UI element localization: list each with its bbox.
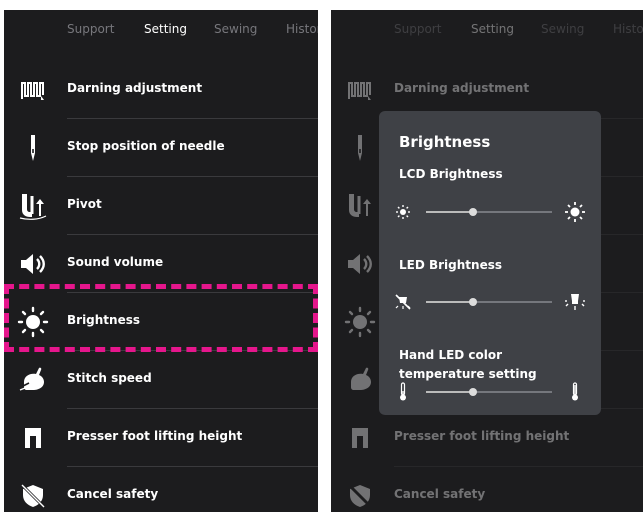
slider-fill — [426, 301, 473, 303]
lamp-on-icon — [565, 292, 585, 312]
menu-item-label: Presser foot lifting height — [67, 429, 243, 443]
menu-item-presser-foot-lifting-height[interactable]: Presser foot lifting height — [4, 409, 318, 467]
menu-item-label: Stitch speed — [67, 371, 152, 385]
needle-icon — [343, 133, 377, 163]
menu-item-cancel-safety[interactable]: Cancel safety — [4, 467, 318, 512]
lcd-brightness-slider[interactable] — [393, 200, 587, 224]
menu-item-label: Pivot — [67, 197, 102, 211]
tab-sewing[interactable]: Sewing — [214, 22, 257, 36]
lcd-brightness-label: LCD Brightness — [399, 167, 503, 181]
tab-bar: Support Setting Sewing History — [331, 10, 643, 50]
slider-thumb[interactable] — [468, 208, 477, 216]
presser-foot-icon — [16, 423, 50, 453]
menu-item-stitch-speed[interactable]: Stitch speed — [4, 351, 318, 409]
thermometer-low-icon — [393, 382, 413, 402]
cancel-safety-icon — [343, 481, 377, 511]
menu-item-label: Stop position of needle — [67, 139, 225, 153]
needle-icon — [16, 133, 50, 163]
speaker-icon — [16, 249, 50, 279]
lamp-off-icon — [393, 292, 413, 312]
hand-led-color-temperature-slider[interactable] — [393, 380, 587, 404]
pivot-icon — [16, 191, 50, 221]
tab-setting[interactable]: Setting — [144, 22, 187, 36]
tab-support[interactable]: Support — [394, 22, 441, 36]
tab-history[interactable]: History — [613, 22, 643, 36]
slider-track[interactable] — [426, 388, 552, 396]
menu-item-label: Presser foot lifting height — [394, 429, 570, 443]
menu-item-stop-position-of-needle[interactable]: Stop position of needle — [4, 119, 318, 177]
hand-led-color-temperature-label: Hand LED color temperature setting — [399, 348, 537, 381]
menu-item-pivot[interactable]: Pivot — [4, 177, 318, 235]
slider-track[interactable] — [426, 298, 552, 306]
menu-item-label: Darning adjustment — [394, 81, 530, 95]
tab-support[interactable]: Support — [67, 22, 114, 36]
settings-screen-with-popup: Support Setting Sewing History Darning a… — [331, 10, 643, 512]
slider-fill — [426, 391, 473, 393]
brightness-popup: Brightness LCD Brightness LED Brightness — [379, 111, 601, 415]
menu-item-label: Sound volume — [67, 255, 164, 269]
menu-item-presser-foot-lifting-height[interactable]: Presser foot lifting height — [331, 409, 643, 467]
sun-large-icon — [565, 202, 585, 222]
slider-thumb[interactable] — [468, 388, 477, 396]
rabbit-icon — [16, 365, 50, 395]
thermometer-high-icon — [565, 382, 585, 402]
darning-icon — [343, 75, 377, 105]
menu-item-cancel-safety[interactable]: Cancel safety — [331, 467, 643, 512]
slider-track[interactable] — [426, 208, 552, 216]
settings-screen: Support Setting Sewing History Darning a… — [4, 10, 318, 512]
sun-small-icon — [393, 202, 413, 222]
speaker-icon — [343, 249, 377, 279]
popup-title: Brightness — [399, 133, 491, 151]
cancel-safety-icon — [16, 481, 50, 511]
led-brightness-slider[interactable] — [393, 290, 587, 314]
menu-item-label: Darning adjustment — [67, 81, 203, 95]
tab-sewing[interactable]: Sewing — [541, 22, 584, 36]
tab-setting[interactable]: Setting — [471, 22, 514, 36]
slider-thumb[interactable] — [468, 298, 477, 306]
sun-icon — [343, 306, 377, 338]
slider-fill — [426, 211, 473, 213]
tab-history[interactable]: History — [286, 22, 318, 36]
darning-icon — [16, 75, 50, 105]
tab-bar: Support Setting Sewing History — [4, 10, 318, 50]
menu-item-label: Cancel safety — [67, 487, 159, 501]
brightness-highlight-frame — [4, 284, 318, 352]
menu-item-darning-adjustment[interactable]: Darning adjustment — [4, 61, 318, 119]
pivot-icon — [343, 191, 377, 221]
menu-item-label: Cancel safety — [394, 487, 486, 501]
presser-foot-icon — [343, 423, 377, 453]
led-brightness-label: LED Brightness — [399, 258, 502, 272]
rabbit-icon — [343, 365, 377, 395]
